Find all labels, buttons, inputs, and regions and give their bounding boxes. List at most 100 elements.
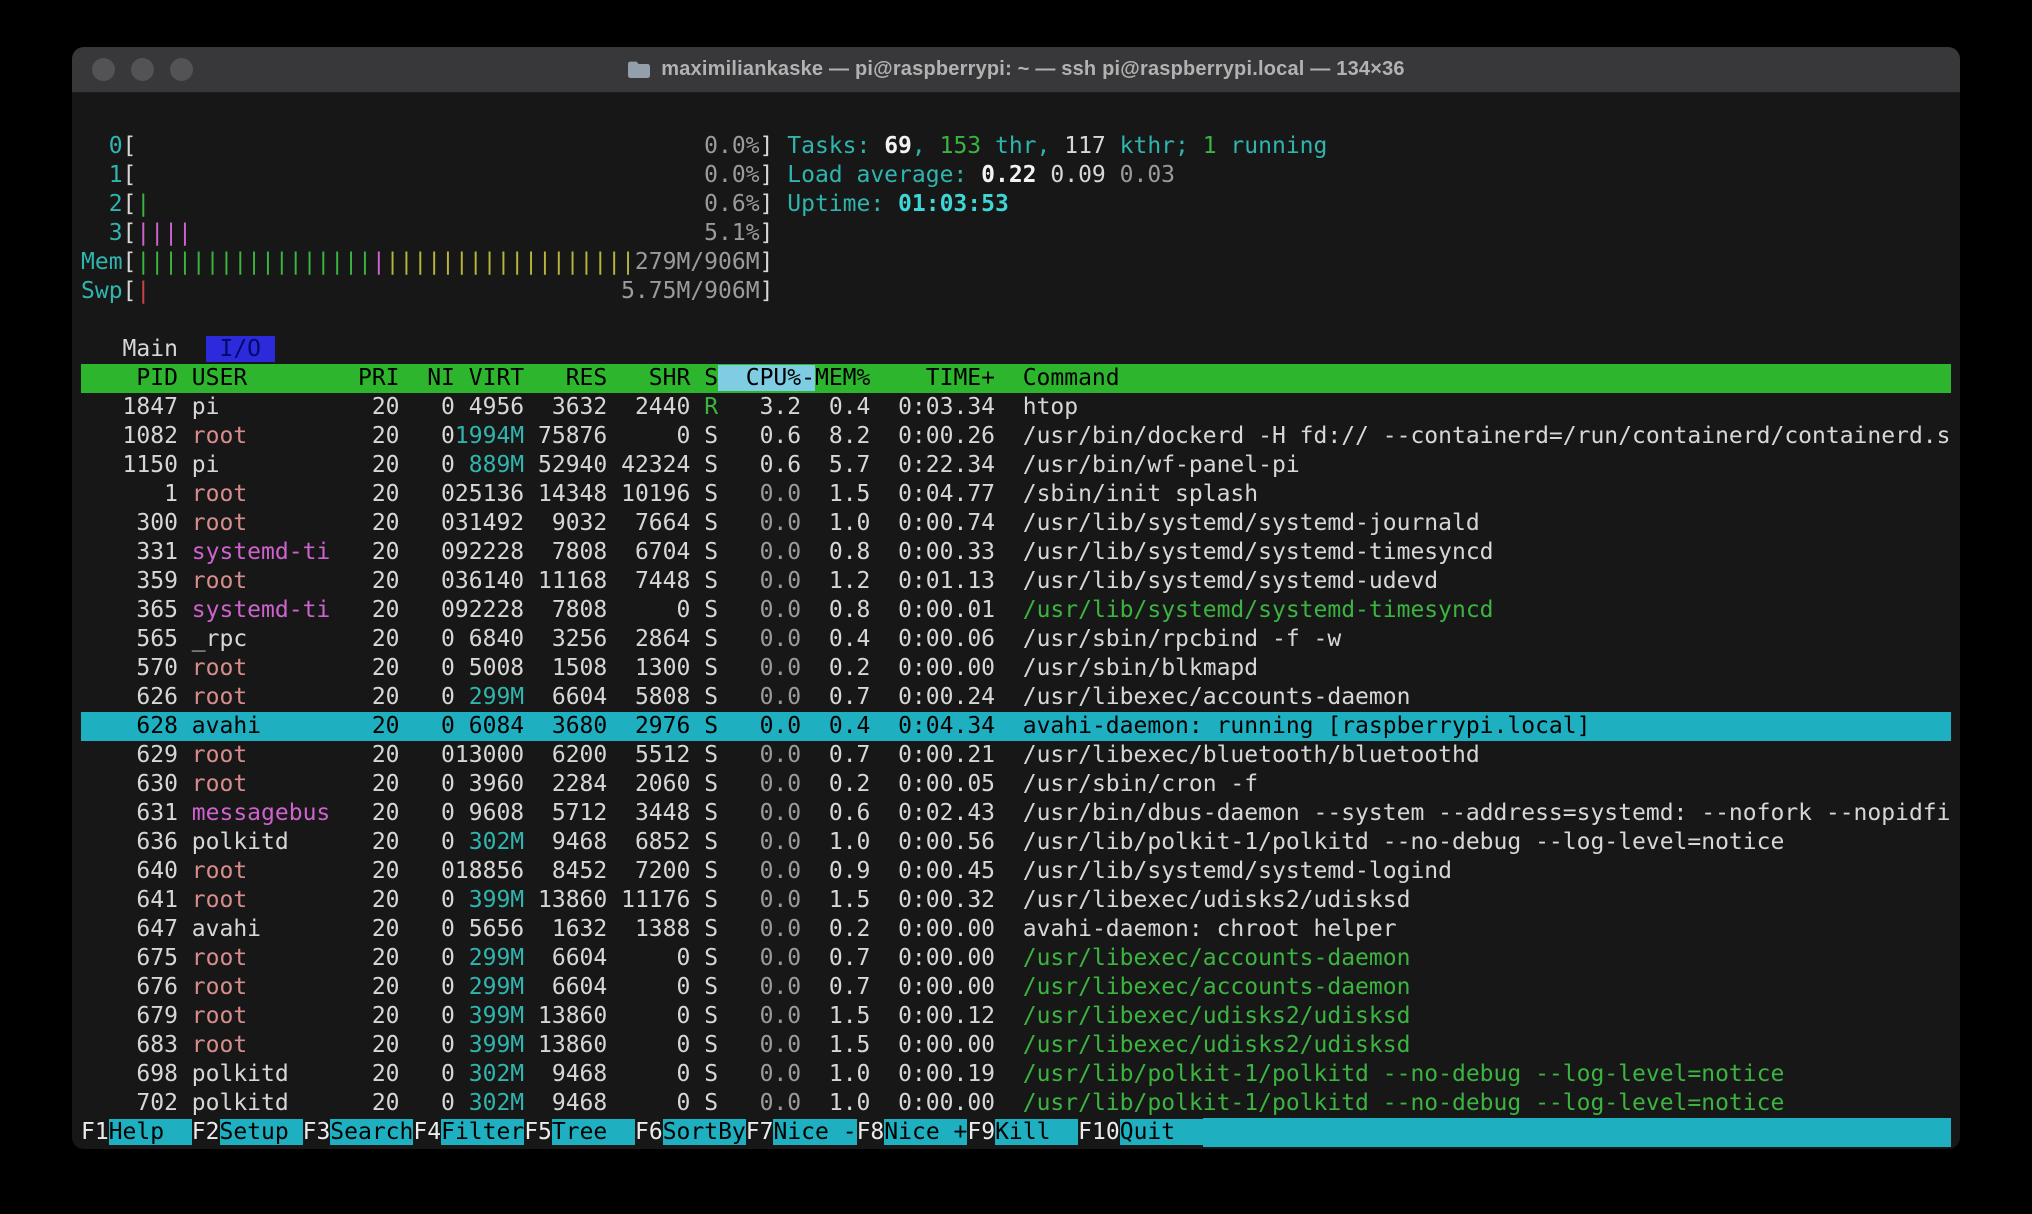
tasks-summary: 69 [884, 133, 912, 159]
process-row[interactable]: 365 systemd-ti 20 092228 7808 0 S 0.0 0.… [81, 596, 1951, 625]
process-row[interactable]: 570 root 20 0 5008 1508 1300 S 0.0 0.2 0… [81, 654, 1951, 683]
fkey-f5-button[interactable]: F5Tree [524, 1118, 635, 1147]
col-res-header[interactable]: RES [524, 365, 607, 391]
process-row[interactable]: 647 avahi 20 0 5656 1632 1388 S 0.0 0.2 … [81, 915, 1951, 944]
fkey-f8-button[interactable]: F8Nice + [857, 1118, 968, 1147]
col-user-header[interactable]: USER [192, 365, 358, 391]
fkey-f9-button[interactable]: F9Kill [967, 1118, 1078, 1147]
pri-cell: 20 [358, 945, 400, 971]
pid-cell: 640 [81, 858, 178, 884]
terminal-content[interactable]: 0[ 0.0%] Tasks: 69, 153 thr, 117 kthr; 1… [72, 93, 1960, 1149]
gap [178, 481, 192, 507]
fkey-f2-button[interactable]: F2Setup [192, 1118, 303, 1147]
state-cell: S [690, 684, 718, 710]
virt-cell: 92228 [455, 539, 524, 565]
process-row[interactable]: 676 root 20 0 299M 6604 0 S 0.0 0.7 0:00… [81, 973, 1951, 1002]
gap [801, 829, 815, 855]
process-row[interactable]: 630 root 20 0 3960 2284 2060 S 0.0 0.2 0… [81, 770, 1951, 799]
mem-meter-value: 279M/906M [635, 249, 760, 275]
minimize-button[interactable] [131, 58, 154, 81]
fkey-action-label: Tree [552, 1119, 635, 1145]
cpu-cell: 0.0 [718, 655, 801, 681]
process-row[interactable]: 628 avahi 20 0 6084 3680 2976 S 0.0 0.4 … [81, 712, 1951, 741]
col-pid-header[interactable]: PID [81, 365, 178, 391]
user-cell: polkitd [192, 1061, 358, 1087]
process-row[interactable]: 641 root 20 0 399M 13860 11176 S 0.0 1.5… [81, 886, 1951, 915]
process-row[interactable]: 300 root 20 031492 9032 7664 S 0.0 1.0 0… [81, 509, 1951, 538]
gap [178, 597, 192, 623]
col-command-header[interactable]: Command [995, 365, 1120, 391]
process-row[interactable]: 1847 pi 20 0 4956 3632 2440 R 3.2 0.4 0:… [81, 393, 1951, 422]
process-row[interactable]: 1082 root 20 01994M 75876 0 S 0.6 8.2 0:… [81, 422, 1951, 451]
cpu3-meter-ticks-magenta: |||| [136, 220, 191, 246]
process-row[interactable]: 640 root 20 018856 8452 7200 S 0.0 0.9 0… [81, 857, 1951, 886]
col-time-header[interactable]: TIME+ [870, 365, 995, 391]
user-cell: root [192, 771, 358, 797]
ni-cell: 0 [400, 510, 455, 536]
process-row[interactable]: 1150 pi 20 0 889M 52940 42324 S 0.6 5.7 … [81, 451, 1951, 480]
shr-cell: 0 [607, 1061, 690, 1087]
process-row[interactable]: 683 root 20 0 399M 13860 0 S 0.0 1.5 0:0… [81, 1031, 1951, 1060]
swap-meter-line: Swp[| 5.75M/906M] [81, 277, 1951, 306]
tab-main[interactable]: Main [123, 336, 178, 362]
process-row[interactable]: 702 polkitd 20 0 302M 9468 0 S 0.0 1.0 0… [81, 1089, 1951, 1118]
process-row[interactable]: 565 _rpc 20 0 6840 3256 2864 S 0.0 0.4 0… [81, 625, 1951, 654]
load-average: 0.22 [981, 162, 1050, 188]
fkey-f1-button[interactable]: F1Help [81, 1118, 192, 1147]
process-row[interactable]: 675 root 20 0 299M 6604 0 S 0.0 0.7 0:00… [81, 944, 1951, 973]
mem-cell: 1.5 [815, 481, 870, 507]
pri-cell: 20 [358, 539, 400, 565]
cpu3-meter-value: 5.1% [704, 220, 759, 246]
fkey-f10-button[interactable]: F10Quit [1078, 1118, 1203, 1147]
tab-io[interactable]: I/O [206, 336, 275, 362]
cpu3-meter-close-bracket: ] [760, 220, 774, 246]
fkey-number: F1 [81, 1119, 109, 1145]
command-cell: /usr/sbin/rpcbind -f -w [1023, 626, 1342, 652]
col-s-header[interactable]: S [690, 365, 718, 391]
col-shr-header[interactable]: SHR [607, 365, 690, 391]
mem-cell: 1.2 [815, 568, 870, 594]
state-cell: S [690, 1061, 718, 1087]
ni-cell: 0 [400, 539, 455, 565]
col-mem-header[interactable]: MEM% [815, 365, 870, 391]
mem-cell: 1.5 [815, 1032, 870, 1058]
mem-cell: 1.5 [815, 887, 870, 913]
process-row[interactable]: 631 messagebus 20 0 9608 5712 3448 S 0.0… [81, 799, 1951, 828]
col-cpu-header-sorted[interactable]: CPU%- [718, 365, 815, 391]
process-row[interactable]: 679 root 20 0 399M 13860 0 S 0.0 1.5 0:0… [81, 1002, 1951, 1031]
process-row[interactable]: 1 root 20 025136 14348 10196 S 0.0 1.5 0… [81, 480, 1951, 509]
time-cell: 0:00.00 [870, 916, 995, 942]
user-cell: polkitd [192, 829, 358, 855]
process-row[interactable]: 331 systemd-ti 20 092228 7808 6704 S 0.0… [81, 538, 1951, 567]
process-row[interactable]: 626 root 20 0 299M 6604 5808 S 0.0 0.7 0… [81, 683, 1951, 712]
col-ni-header[interactable]: NI [400, 365, 455, 391]
fkey-f7-button[interactable]: F7Nice - [746, 1118, 857, 1147]
gap [995, 423, 1023, 449]
col-virt-header[interactable]: VIRT [455, 365, 524, 391]
mem-cell: 1.0 [815, 1061, 870, 1087]
ni-cell: 0 [400, 742, 455, 768]
close-button[interactable] [92, 58, 115, 81]
col-pri-header[interactable]: PRI [358, 365, 400, 391]
virt-cell: 4956 [455, 394, 524, 420]
cpu-cell: 0.0 [718, 510, 801, 536]
fkey-f6-button[interactable]: F6SortBy [635, 1118, 746, 1147]
state-cell: S [690, 945, 718, 971]
cpu-cell: 0.0 [718, 887, 801, 913]
time-cell: 0:00.06 [870, 626, 995, 652]
virt-cell: 13000 [455, 742, 524, 768]
process-row[interactable]: 359 root 20 036140 11168 7448 S 0.0 1.2 … [81, 567, 1951, 596]
virt-cell: 299M [455, 684, 524, 710]
pid-cell: 300 [81, 510, 178, 536]
user-cell: root [192, 481, 358, 507]
mem-cell: 0.4 [815, 394, 870, 420]
process-row[interactable]: 629 root 20 013000 6200 5512 S 0.0 0.7 0… [81, 741, 1951, 770]
zoom-button[interactable] [170, 58, 193, 81]
fkey-f3-button[interactable]: F3Search [303, 1118, 414, 1147]
process-row[interactable]: 636 polkitd 20 0 302M 9468 6852 S 0.0 1.… [81, 828, 1951, 857]
gap [178, 713, 192, 739]
window-titlebar[interactable]: maximiliankaske — pi@raspberrypi: ~ — ss… [72, 47, 1960, 93]
fkey-f4-button[interactable]: F4Filter [413, 1118, 524, 1147]
process-row[interactable]: 698 polkitd 20 0 302M 9468 0 S 0.0 1.0 0… [81, 1060, 1951, 1089]
gap [995, 945, 1023, 971]
